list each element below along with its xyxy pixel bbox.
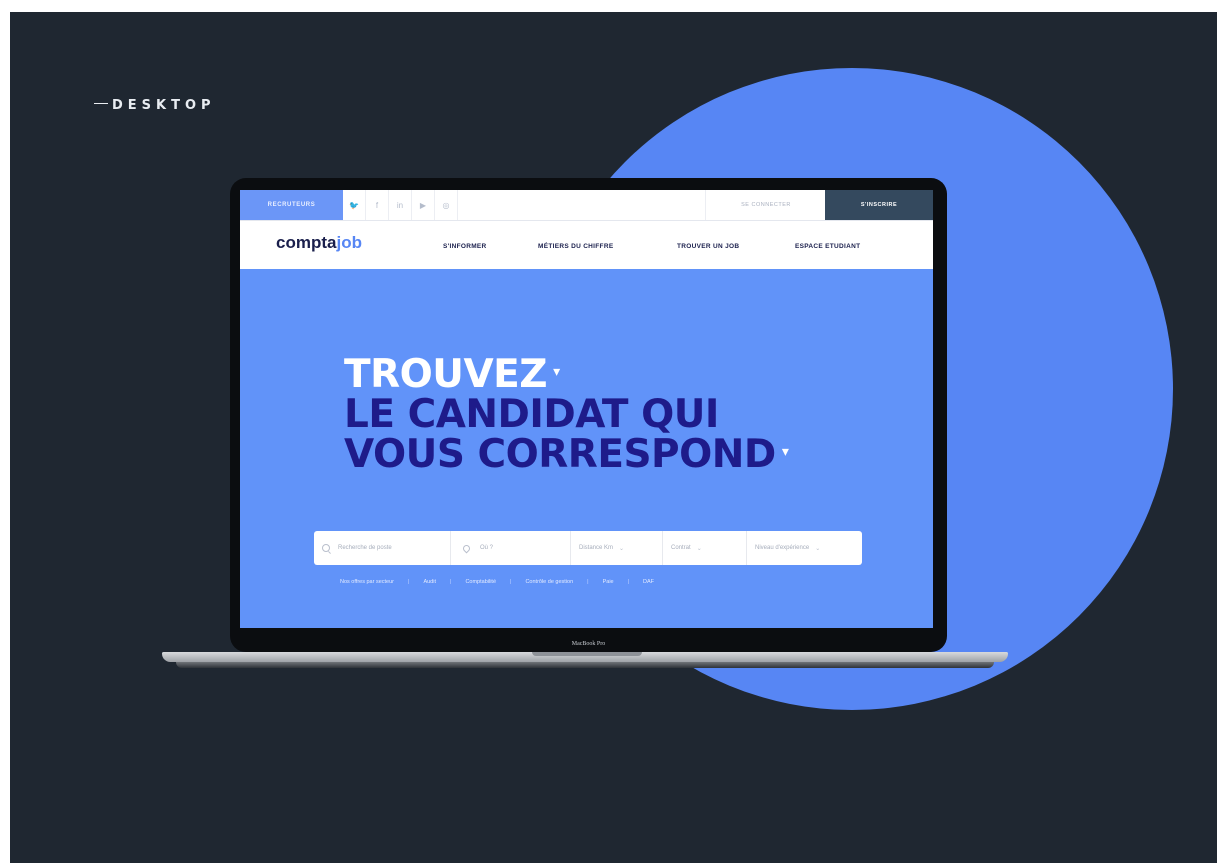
chevron-down-icon: ▾	[553, 363, 560, 380]
nav-item-trouver-job[interactable]: TROUVER UN JOB	[677, 243, 739, 250]
job-search-placeholder: Recherche de poste	[338, 545, 392, 551]
chevron-down-icon: ▾	[781, 443, 789, 460]
signup-button[interactable]: S'INSCRIRE	[825, 190, 933, 220]
laptop-base-shadow	[176, 662, 994, 668]
experience-select[interactable]: Niveau d'expérience ⌄	[746, 531, 862, 565]
separator: |	[408, 579, 410, 585]
sector-link-paie[interactable]: Paie	[603, 579, 614, 585]
sector-link-audit[interactable]: Audit	[423, 579, 436, 585]
separator: |	[627, 579, 630, 585]
topbar: RECRUTEURS 🐦 f in ▶ ◎ SE CONNECTER S'INS…	[240, 190, 933, 221]
experience-label: Niveau d'expérience	[755, 545, 810, 551]
separator: |	[587, 579, 589, 585]
facebook-icon[interactable]: f	[366, 190, 389, 220]
chevron-down-icon: ⌄	[696, 545, 702, 552]
section-label: DESKTOP	[94, 98, 216, 113]
chevron-down-icon: ⌄	[619, 545, 625, 552]
hero-line-3: VOUS CORRESPOND ▾	[344, 432, 789, 477]
search-icon	[322, 544, 330, 552]
linkedin-icon[interactable]: in	[389, 190, 412, 220]
section-label-text: DESKTOP	[112, 98, 216, 113]
comptajob-logo[interactable]: comptajob	[276, 233, 362, 253]
job-search-input[interactable]: Recherche de poste	[322, 531, 448, 565]
hero-line-1-text: TROUVEZ	[344, 352, 548, 397]
sector-links: Nos offres par secteur | Audit | Comptab…	[340, 579, 668, 585]
youtube-icon[interactable]: ▶	[412, 190, 435, 220]
sector-link-controle-gestion[interactable]: Contrôle de gestion	[525, 579, 573, 585]
location-placeholder: Où ?	[480, 545, 494, 551]
instagram-icon[interactable]: ◎	[435, 190, 458, 220]
location-input[interactable]: Où ?	[450, 531, 570, 565]
contract-select[interactable]: Contrat ⌄	[662, 531, 746, 565]
laptop-notch	[532, 652, 642, 656]
job-search-bar: Recherche de poste Où ? Distance Km ⌄ Con…	[314, 531, 862, 565]
label-dash	[94, 103, 108, 104]
separator: |	[450, 579, 452, 585]
sectors-label: Nos offres par secteur	[340, 579, 395, 585]
logo-accent: job	[336, 233, 362, 252]
nav-item-metiers[interactable]: MÉTIERS DU CHIFFRE	[538, 243, 613, 250]
location-pin-icon	[461, 543, 472, 553]
login-button[interactable]: SE CONNECTER	[705, 190, 826, 220]
contract-label: Contrat	[671, 545, 691, 551]
chevron-down-icon: ⌄	[815, 545, 821, 552]
laptop-caption: MacBook Pro	[571, 641, 606, 647]
main-nav: comptajob S'INFORMER MÉTIERS DU CHIFFRE …	[240, 221, 933, 269]
twitter-icon[interactable]: 🐦	[343, 190, 366, 220]
nav-item-espace-etudiant[interactable]: ESPACE ETUDIANT	[795, 243, 860, 250]
logo-main: compta	[276, 233, 337, 252]
hero-line-3-text: VOUS CORRESPOND	[344, 432, 776, 477]
hero-line-2: LE CANDIDAT QUI	[344, 392, 719, 437]
distance-select[interactable]: Distance Km ⌄	[570, 531, 662, 565]
distance-label: Distance Km	[579, 545, 614, 551]
hero-line-1: TROUVEZ ▾	[344, 355, 560, 397]
recruiters-button[interactable]: RECRUTEURS	[240, 190, 343, 220]
sector-link-daf[interactable]: DAF	[643, 579, 654, 585]
nav-item-informer[interactable]: S'INFORMER	[443, 243, 487, 250]
sector-link-comptabilite[interactable]: Comptabilité	[465, 579, 496, 585]
website-screen: RECRUTEURS 🐦 f in ▶ ◎ SE CONNECTER S'INS…	[240, 190, 933, 628]
separator: |	[510, 579, 512, 585]
